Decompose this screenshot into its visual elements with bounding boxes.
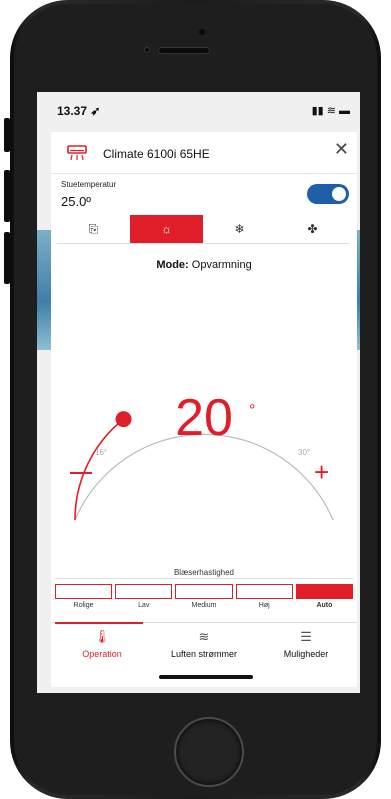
thermometer-icon: 🌡 [93,629,111,644]
setpoint-temperature: 20 [175,389,233,447]
power-toggle[interactable] [307,184,349,204]
status-bar: 13.37 ➶ ▮▮ ≋ ▬ [37,92,360,130]
fan-level-label: Medium [191,602,217,609]
sensor [144,47,150,53]
snowflake-icon: ❄ [234,222,245,236]
fan-level-label: Auto [316,602,333,609]
mode-value: Opvarmning [191,259,252,271]
increase-temperature-button[interactable]: + [314,459,329,485]
fan-level-bar [235,584,293,599]
sun-icon: ☼ [161,222,172,236]
decrease-temperature-button[interactable] [70,472,92,474]
status-icons: ▮▮ ≋ ▬ [311,105,350,117]
fan-speed-title: Blæserhastighed [173,568,235,577]
mode-fan[interactable]: ✤ [276,215,349,243]
fan-level-auto[interactable]: Auto [295,584,354,609]
room-temperature-value: 25.0º [61,194,92,209]
tab-label: Operation [82,649,122,659]
auto-mode-icon: ⎘ [88,221,99,236]
min-temperature-label: 16° [95,448,108,457]
fan-level-medium[interactable]: Medium [175,584,233,609]
fan-level-label: Lav [138,602,150,609]
tab-label: Luften strømmer [170,649,237,659]
close-icon[interactable]: ✕ [334,139,349,160]
current-mode: Mode: Opvarmning [51,259,357,271]
card-header: Climate 6100i 65HE ✕ [51,132,357,174]
fan-level-bar [175,584,233,599]
tab-label: Muligheder [283,649,329,659]
mode-heat[interactable]: ☼ [130,215,203,243]
room-temperature-label: Stuetemperatur [61,180,117,189]
volume-up-button [4,170,10,222]
device-title: Climate 6100i 65HE [103,147,210,161]
fan-level-bar [295,584,354,599]
fan-level-high[interactable]: Høj [235,584,293,609]
tab-operation[interactable]: 🌡 Operation [51,622,153,668]
stage: 13.37 ➶ ▮▮ ≋ ▬ Climate 6100i 65HE ✕ Stue… [0,0,391,799]
max-temperature-label: 30° [298,448,311,457]
degree-symbol: ° [249,402,256,419]
mute-switch [4,118,10,152]
airflow-icon: ≋ [198,629,210,644]
list-icon: ☰ [300,629,312,644]
climate-card: Climate 6100i 65HE ✕ Stuetemperatur 25.0… [51,132,357,687]
dial-track [74,433,334,521]
fan-level-low[interactable]: Lav [115,584,173,609]
toggle-knob [332,187,346,201]
tab-options[interactable]: ☰ Muligheder [255,623,357,668]
fan-speed-selector: Rolige Lav Medium Høj Auto [55,584,354,609]
fan-icon: ✤ [307,222,318,236]
tab-airflow[interactable]: ≋ Luften strømmer [153,623,255,668]
app-screen: 13.37 ➶ ▮▮ ≋ ▬ Climate 6100i 65HE ✕ Stue… [37,92,360,693]
fan-level-quiet[interactable]: Rolige [55,584,113,609]
fan-level-bar [55,584,113,599]
fan-level-label: Høj [258,602,270,609]
mode-selector: ⎘ ☼ ❄ ✤ [57,215,349,244]
front-camera [199,29,205,35]
mode-prefix: Mode: [156,259,189,271]
home-button[interactable] [174,717,244,787]
status-time: 13.37 ➶ [57,104,101,118]
air-conditioner-icon [67,145,87,161]
fan-level-bar [115,584,173,599]
earpiece-speaker [158,47,210,54]
volume-down-button [4,232,10,284]
mode-cool[interactable]: ❄ [203,215,276,243]
fan-level-label: Rolige [73,602,94,609]
bottom-tab-bar: 🌡 Operation ≋ Luften strømmer ☰ Mulighed… [51,622,357,668]
mode-auto[interactable]: ⎘ [57,215,130,243]
fan-speed-divider [55,578,353,579]
home-indicator [159,675,253,679]
